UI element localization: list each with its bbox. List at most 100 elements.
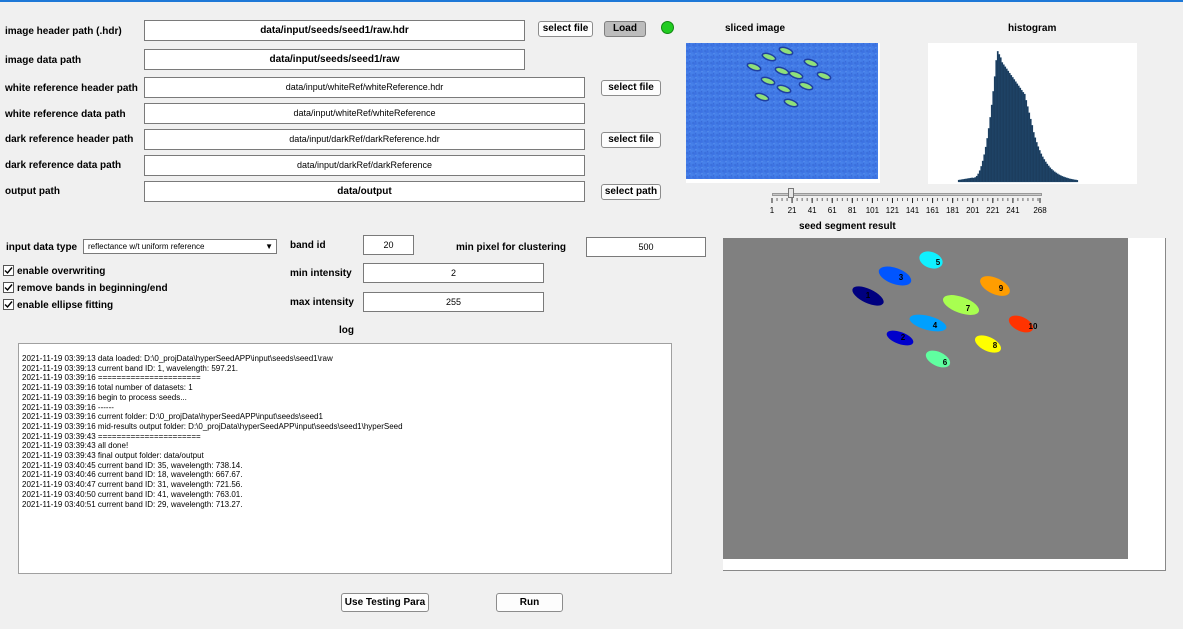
histogram-bar xyxy=(998,54,1001,183)
enable-ellipse-fitting-checkbox[interactable]: enable ellipse fitting xyxy=(3,299,113,311)
band-slider-ticks: 1 21 41 61 81 101 121 141 161 181 201 221 241 268 xyxy=(770,198,1047,215)
seed-label-1: 1 xyxy=(866,291,871,300)
histogram-bar xyxy=(1040,153,1043,183)
histogram-bar xyxy=(1019,87,1022,183)
log-line: 2021-11-19 03:40:45 current band ID: 35,… xyxy=(22,460,243,470)
histogram-bar xyxy=(978,170,981,183)
histogram-bar xyxy=(1011,77,1014,183)
select-header-file-button[interactable]: select file xyxy=(538,21,593,37)
log-line: 2021-11-19 03:39:16 mid-results output f… xyxy=(22,421,403,431)
select-output-path-button[interactable]: select path xyxy=(601,184,661,200)
histogram-chart xyxy=(957,51,1079,183)
input-type-dropdown[interactable]: reflectance w/t uniform reference ▼ xyxy=(83,239,277,254)
histogram-bar xyxy=(1065,177,1068,183)
seed-segment-title: seed segment result xyxy=(799,221,896,232)
histogram-bar xyxy=(975,175,978,183)
output-path-label: output path xyxy=(5,186,60,197)
white-header-input[interactable]: data/input/whiteRef/whiteReference.hdr xyxy=(144,77,585,98)
log-line: 2021-11-19 03:39:13 current band ID: 1, … xyxy=(22,363,239,373)
white-data-input[interactable]: data/input/whiteRef/whiteReference xyxy=(144,103,585,124)
select-dark-file-button[interactable]: select file xyxy=(601,132,661,148)
checkbox-label: enable ellipse fitting xyxy=(17,300,114,311)
histogram-bar xyxy=(1037,146,1040,183)
log-line: 2021-11-19 03:40:51 current band ID: 29,… xyxy=(22,499,243,509)
histogram-bar xyxy=(1013,79,1016,183)
histogram-bar xyxy=(1025,100,1028,183)
log-line: 2021-11-19 03:39:43 ====================… xyxy=(22,431,201,441)
slider-tick-label: 221 xyxy=(986,206,1000,215)
log-line: 2021-11-19 03:40:46 current band ID: 18,… xyxy=(22,470,243,480)
histogram-bar xyxy=(996,51,999,183)
histogram-bar xyxy=(1038,150,1041,183)
select-white-file-button[interactable]: select file xyxy=(601,80,661,96)
histogram-bar xyxy=(984,146,987,183)
slider-tick-label: 141 xyxy=(906,206,920,215)
enable-overwriting-checkbox[interactable]: enable overwriting xyxy=(3,265,105,277)
checkbox-label: enable overwriting xyxy=(17,266,106,277)
histogram-bar xyxy=(965,178,968,183)
max-intensity-label: max intensity xyxy=(290,297,354,308)
seed-label-10: 10 xyxy=(1029,322,1038,331)
checkbox-check-icon xyxy=(3,282,14,293)
log-line: 2021-11-19 03:39:13 data loaded: D:\0_pr… xyxy=(22,354,333,363)
slider-tick-label: 121 xyxy=(886,206,900,215)
histogram-bar xyxy=(1014,81,1017,183)
band-slider-thumb[interactable] xyxy=(788,188,795,198)
dark-header-label: dark reference header path xyxy=(5,134,134,145)
histogram-bar xyxy=(999,57,1002,183)
slider-tick-label: 41 xyxy=(808,206,817,215)
histogram-bar xyxy=(1059,175,1062,183)
remove-bands-checkbox[interactable]: remove bands in beginning/end xyxy=(3,282,168,294)
band-slider-track[interactable] xyxy=(772,193,1042,196)
histogram-bar xyxy=(1067,178,1070,183)
input-type-label: input data type xyxy=(6,242,78,253)
checkbox-label: remove bands in beginning/end xyxy=(17,283,168,294)
max-intensity-input[interactable]: 255 xyxy=(363,292,544,312)
dark-data-input[interactable]: data/input/darkRef/darkReference xyxy=(144,155,585,176)
histogram-bar xyxy=(1008,72,1011,183)
slider-tick-label: 1 xyxy=(770,206,775,215)
histogram-bar xyxy=(1043,159,1046,183)
histogram-bar xyxy=(1061,176,1064,183)
histogram-bar xyxy=(1074,179,1077,183)
log-textarea[interactable]: 2021-11-19 03:39:13 data loaded: D:\0_pr… xyxy=(18,343,672,574)
histogram-bar xyxy=(960,179,963,183)
min-pixel-input[interactable]: 500 xyxy=(586,237,706,257)
slider-tick-label: 81 xyxy=(848,206,857,215)
histogram-bar xyxy=(959,179,962,183)
checkbox-check-icon xyxy=(3,265,14,276)
min-intensity-label: min intensity xyxy=(290,268,352,279)
histogram-bar xyxy=(993,76,996,183)
window-top-border xyxy=(0,0,1183,2)
histogram-bar xyxy=(962,179,965,183)
histogram-bar xyxy=(1070,178,1073,183)
histogram-bar xyxy=(1049,167,1052,183)
histogram-bar xyxy=(1035,142,1038,183)
histogram-bar xyxy=(1044,161,1047,183)
min-intensity-input[interactable]: 2 xyxy=(363,263,544,283)
use-testing-para-button[interactable]: Use Testing Para xyxy=(341,593,429,612)
histogram-bar xyxy=(990,104,993,183)
status-indicator xyxy=(661,21,674,34)
seed-label-6: 6 xyxy=(943,358,948,367)
slider-tick-label: 241 xyxy=(1006,206,1020,215)
data-path-input[interactable]: data/input/seeds/seed1/raw xyxy=(144,49,525,70)
run-button[interactable]: Run xyxy=(496,593,563,612)
dark-data-label: dark reference data path xyxy=(5,160,122,171)
histogram-bar xyxy=(1076,179,1079,183)
min-pixel-label: min pixel for clustering xyxy=(456,242,567,253)
dark-header-input[interactable]: data/input/darkRef/darkReference.hdr xyxy=(144,129,585,150)
histogram-bar xyxy=(974,177,977,183)
band-id-input[interactable]: 20 xyxy=(363,235,414,255)
histogram-bar xyxy=(995,60,998,183)
header-path-input[interactable]: data/input/seeds/seed1/raw.hdr xyxy=(144,20,525,41)
histogram-bar xyxy=(986,138,989,183)
histogram-title: histogram xyxy=(1008,23,1057,34)
slider-tick-label: 21 xyxy=(788,206,797,215)
load-button[interactable]: Load xyxy=(604,21,646,37)
histogram-bar xyxy=(1007,70,1010,183)
white-data-label: white reference data path xyxy=(5,109,126,120)
histogram-bar xyxy=(1064,177,1067,183)
histogram-bar xyxy=(1010,75,1013,183)
output-path-input[interactable]: data/output xyxy=(144,181,585,202)
